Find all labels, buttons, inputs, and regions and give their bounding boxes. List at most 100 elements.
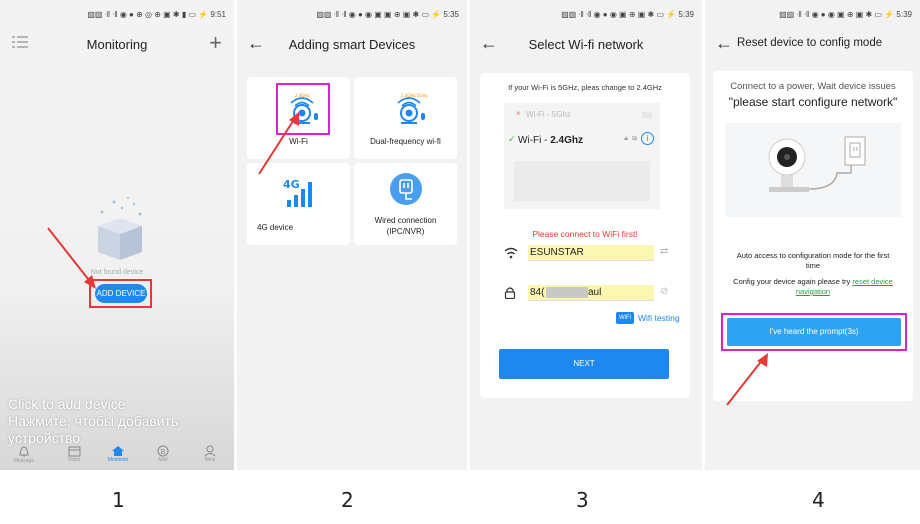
- band-badge: 2.4GHz 5GHz: [401, 93, 428, 98]
- password-start: 84(: [530, 287, 545, 298]
- step-number: 3: [576, 488, 589, 512]
- svg-text:B: B: [160, 448, 165, 456]
- eye-icon[interactable]: ⊘: [660, 286, 668, 297]
- tab-label: Message: [13, 458, 35, 464]
- option-label: 4G device: [257, 223, 294, 232]
- home-icon: [112, 446, 124, 456]
- step-number: 1: [112, 488, 125, 512]
- pointer-arrow: [723, 349, 773, 409]
- network-name: Wi-Fi - 2.4Ghz: [518, 135, 583, 146]
- password-input[interactable]: 84( aul: [528, 285, 654, 301]
- option-label: Dual-frequency wi-fi: [370, 137, 441, 146]
- status-text: ▨▨ ᐧ‖ ᐧ‖ ◉ ● ⊕ ◎ ⊕ ▣ ✱ ▮ ▭ ⚡ 9:51: [87, 10, 226, 19]
- network-name: Wi-Fi - 5Ghz: [526, 110, 571, 119]
- pointer-arrow: [46, 226, 98, 290]
- screen-reset-device: ▨▨ ᐧ‖ ᐧ‖ ◉ ● ◉ ▣ ⊕ ▣ ✱ ▭ ⚡ 5:39 ← Reset …: [705, 0, 920, 470]
- reset-card: Connect to a power, Wait device issues "…: [713, 71, 913, 406]
- ssid-value: ESUNSTAR: [530, 247, 584, 258]
- warning-text: Please connect to WiFi first!: [532, 229, 638, 239]
- placeholder-bar: [642, 112, 652, 118]
- page-title: Select Wi-fi network: [528, 37, 644, 52]
- config-text: Config your device again please try rese…: [713, 277, 913, 297]
- network-name-prefix: Wi-Fi -: [518, 135, 551, 146]
- step-number: 2: [341, 488, 354, 512]
- option-label: Wired connection (IPC/NVR): [374, 216, 437, 236]
- status-bar: ▨▨ ᐧ‖ ᐧ‖ ◉ ● ⊕ ◎ ⊕ ▣ ✱ ▮ ▭ ⚡ 9:51: [0, 0, 234, 28]
- auto-access-text: Auto access to configuration mode for th…: [713, 251, 913, 271]
- page-title: Monitoring: [86, 37, 148, 52]
- instruction-caption: Click to add device Нажмите, чтобы добав…: [8, 396, 178, 447]
- status-text: ▨▨ ᐧ‖ ᐧ‖ ◉ ● ◉ ▣ ⊕ ▣ ✱ ▭ ⚡ 5:39: [779, 10, 912, 19]
- tab-label: Mall: [158, 457, 168, 463]
- back-arrow-icon[interactable]: ←: [715, 33, 733, 54]
- tab-message[interactable]: Message: [6, 445, 42, 464]
- page-title: Adding smart Devices: [288, 37, 416, 52]
- empty-state-text: Not found device: [90, 269, 144, 276]
- network-item-24g[interactable]: ✓ Wi-Fi - 2.4Ghz 🔒︎ ≋ i: [504, 131, 660, 151]
- wifi-testing-label: Wifi testing: [638, 313, 680, 323]
- status-bar: ▨▨ ᐧ‖ ᐧ‖ ◉ ● ◉ ▣ ⊕ ▣ ✱ ▭ ⚡ 5:39: [705, 0, 920, 28]
- wifi-form-card: If your Wi-Fi is 5GHz, pleas change to 2…: [480, 73, 690, 398]
- user-icon: [204, 445, 216, 457]
- bell-icon: [19, 446, 29, 457]
- camera-illustration: [725, 123, 901, 217]
- reset-navigation-link[interactable]: navigation: [713, 287, 913, 297]
- unavailable-x-icon: ×: [516, 109, 521, 118]
- signal-label: 4G: [283, 178, 300, 191]
- info-icon[interactable]: i: [641, 132, 654, 145]
- check-icon: ✓: [508, 134, 516, 144]
- screen-select-wifi: ▨▨ ᐧ‖ ᐧ‖ ◉ ● ◉ ▣ ⊕ ▣ ✱ ▭ ⚡ 5:39 ← Select…: [470, 0, 702, 470]
- pointer-arrow: [255, 108, 305, 178]
- folder-icon: [68, 446, 80, 457]
- config-prompt: Config your device again please try: [733, 277, 853, 286]
- tab-mine[interactable]: Mine: [192, 445, 228, 463]
- tab-monitoring[interactable]: Monitorin: [100, 445, 136, 463]
- lock-icon: 🔒︎: [624, 135, 628, 142]
- mall-icon: B: [157, 445, 168, 457]
- caption-line: Click to add device: [8, 396, 126, 412]
- status-text: ▨▨ ᐧ‖ ᐧ‖ ◉ ● ◉ ▣ ⊕ ▣ ✱ ▭ ⚡ 5:39: [561, 10, 694, 19]
- instruction-line: Connect to a power, Wait device issues: [730, 81, 896, 92]
- app-header: ← Select Wi-fi network: [470, 28, 702, 62]
- tab-label: Mine: [204, 457, 216, 463]
- network-item-5g[interactable]: × Wi-Fi - 5Ghz: [504, 105, 660, 125]
- caption-line: Нажмите, чтобы добавить: [8, 413, 179, 429]
- wired-plug-icon: [388, 171, 424, 207]
- option-wired[interactable]: Wired connection (IPC/NVR): [354, 163, 457, 245]
- swap-network-icon[interactable]: ⇄: [660, 246, 668, 257]
- tab-label: Monitorin: [107, 457, 129, 463]
- option-dual-frequency[interactable]: 2.4GHz 5GHz Dual-frequency wi-fi: [354, 77, 457, 159]
- signal-4g-icon: 4G: [281, 175, 321, 211]
- lock-icon: [504, 286, 516, 299]
- screen-adding-devices: ▨▨ ᐧ‖ ᐧ‖ ◉ ● ◉ ▣ ▣ ⊕ ▣ ✱ ▭ ⚡ 5:35 ← Addi…: [237, 0, 467, 470]
- tab-video[interactable]: Video: [56, 445, 92, 463]
- next-button[interactable]: NEXT: [499, 349, 669, 379]
- auto-access-line: time: [805, 261, 821, 270]
- step-number: 4: [812, 488, 825, 512]
- app-header: ← Reset device to config mode: [705, 28, 920, 62]
- add-plus-icon[interactable]: +: [209, 30, 222, 56]
- status-bar: ▨▨ ᐧ‖ ᐧ‖ ◉ ● ◉ ▣ ⊕ ▣ ✱ ▭ ⚡ 5:39: [470, 0, 702, 28]
- reset-navigation-link[interactable]: reset device: [852, 277, 892, 286]
- wifi-signal-icon: ≋: [631, 134, 638, 143]
- add-device-button[interactable]: ADD DEVICE: [95, 284, 147, 303]
- app-header: ← Adding smart Devices: [237, 28, 467, 62]
- status-text: ▨▨ ᐧ‖ ᐧ‖ ◉ ● ◉ ▣ ▣ ⊕ ▣ ✱ ▭ ⚡ 5:35: [316, 10, 459, 19]
- status-bar: ▨▨ ᐧ‖ ᐧ‖ ◉ ● ◉ ▣ ▣ ⊕ ▣ ✱ ▭ ⚡ 5:35: [237, 0, 467, 28]
- band-hint: If your Wi-Fi is 5GHz, pleas change to 2…: [508, 83, 662, 92]
- heard-prompt-button[interactable]: I've heard the prompt(3s): [727, 318, 901, 346]
- tab-mall[interactable]: B Mall: [145, 445, 181, 463]
- network-list: × Wi-Fi - 5Ghz ✓ Wi-Fi - 2.4Ghz 🔒︎ ≋ i: [504, 103, 660, 209]
- empty-box-icon: [92, 196, 148, 262]
- instruction-prompt: "please start configure network": [728, 95, 898, 109]
- page-title: Reset device to config mode: [737, 37, 883, 49]
- app-header: Monitoring +: [0, 28, 234, 62]
- wifi-badge-icon: WiFi: [616, 312, 634, 324]
- ssid-input[interactable]: ESUNSTAR: [528, 245, 654, 261]
- dual-band-camera-icon: 2.4GHz 5GHz: [392, 91, 430, 127]
- auto-access-line: Auto access to configuration mode for th…: [736, 251, 890, 260]
- bottom-tab-bar: Message Video Monitorin B Mall Mine: [0, 445, 234, 470]
- wifi-icon: [504, 247, 518, 259]
- password-end: aul: [588, 287, 602, 298]
- tab-label: Video: [67, 457, 81, 463]
